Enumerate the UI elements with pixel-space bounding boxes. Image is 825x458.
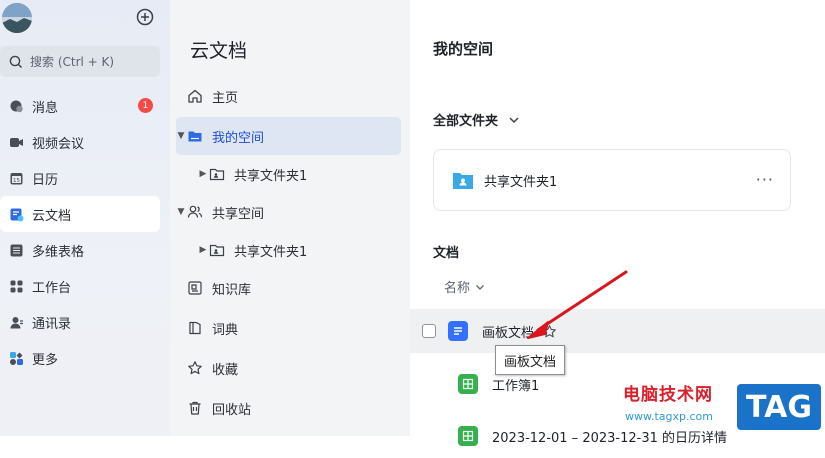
watermark-url: www.tagxp.com	[625, 410, 713, 423]
app-window: 搜索 (Ctrl + K) 消息 1 视频会议 15 日历 云文档 多维表格 工…	[0, 0, 825, 446]
watermark-logo: TAG	[737, 384, 821, 430]
watermark-text: 电脑技术网	[623, 385, 713, 405]
annotation-arrow	[527, 270, 628, 339]
watermark: 电脑技术网 www.tagxp.com TAG	[620, 380, 825, 436]
